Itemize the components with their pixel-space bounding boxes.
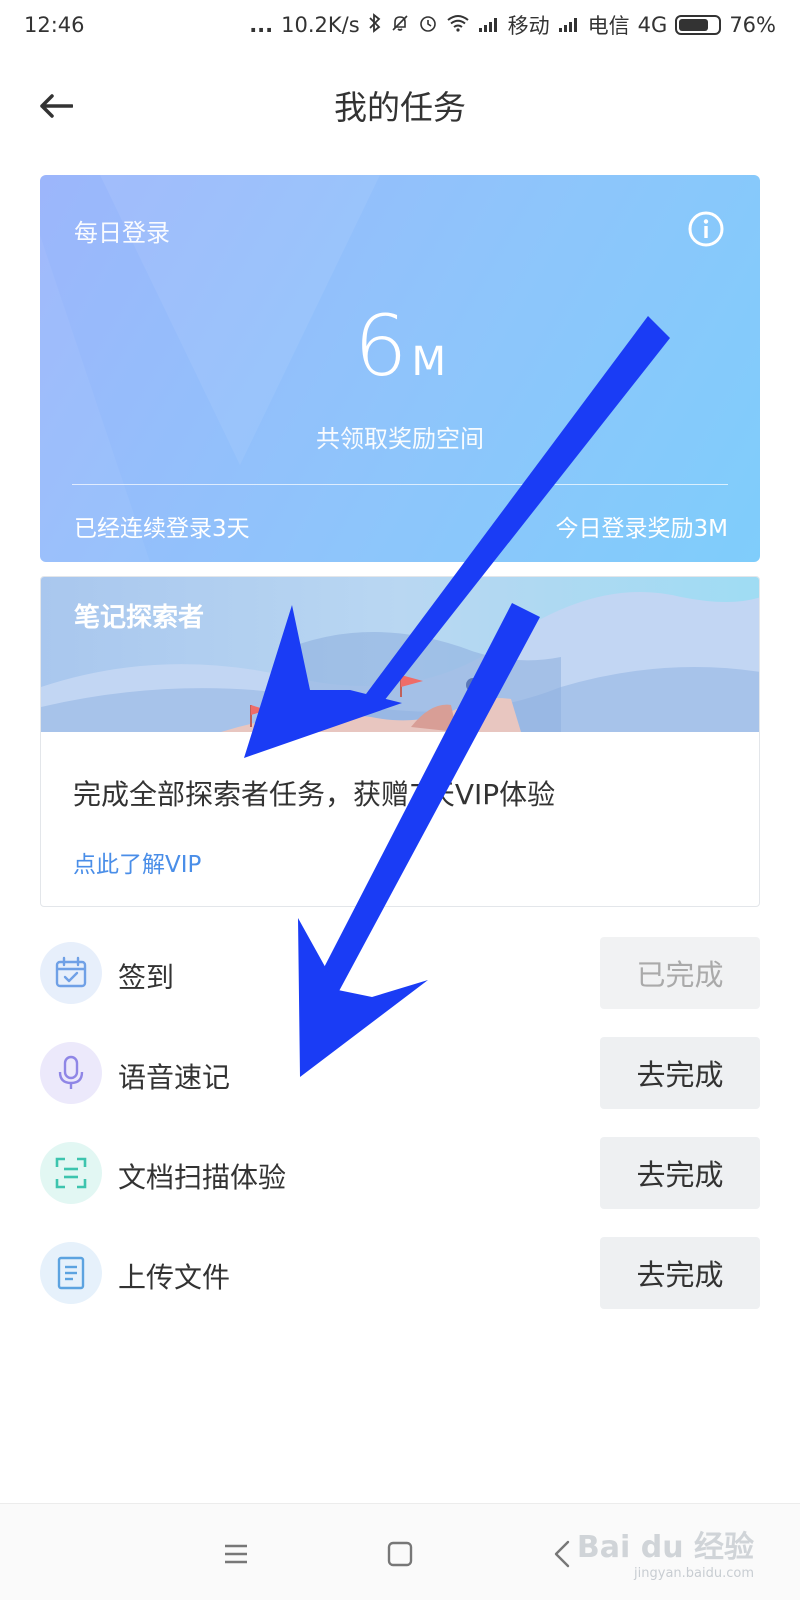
login-streak: 已经连续登录3天 <box>74 516 250 542</box>
task-row-sign-in: 签到 已完成 <box>40 937 760 1011</box>
daily-login-card: 每日登录 6M 共领取奖励空间 已经连续登录3天 今日登录奖励3M <box>40 175 760 562</box>
watermark-logo: Bai du 经验 <box>576 1530 754 1565</box>
info-icon[interactable] <box>686 209 726 249</box>
task-label: 签到 <box>118 961 175 994</box>
status-indicators: ... 10.2K/s 移动 电信 4G 76% <box>249 10 776 40</box>
daily-login-label: 每日登录 <box>74 219 170 247</box>
home-icon <box>387 1541 413 1567</box>
title-bar: 我的任务 <box>0 60 800 150</box>
reward-number: 6 <box>354 297 408 395</box>
watermark-url: jingyan.baidu.com <box>634 1566 754 1581</box>
task-go-button[interactable]: 去完成 <box>600 1037 760 1109</box>
explorer-card[interactable]: 笔记探索者 完成全部探索者任务，获赠7天VIP体验 点此了解VIP <box>40 576 760 907</box>
task-label: 上传文件 <box>118 1261 231 1294</box>
arrow-left-icon <box>40 94 73 118</box>
task-row-upload-file: 上传文件 去完成 <box>40 1237 760 1311</box>
page-title: 我的任务 <box>334 88 466 127</box>
task-label: 语音速记 <box>118 1061 231 1094</box>
scan-icon <box>40 1142 102 1204</box>
explorer-description: 完成全部探索者任务，获赠7天VIP体验 <box>73 778 556 811</box>
learn-vip-link[interactable]: 点此了解VIP <box>73 845 201 879</box>
task-go-button[interactable]: 去完成 <box>600 1237 760 1309</box>
signal-icon-1 <box>478 13 500 37</box>
network-speed: 10.2K/s <box>281 13 360 37</box>
back-button[interactable] <box>36 86 76 126</box>
wifi-icon <box>446 13 470 37</box>
today-reward: 今日登录奖励3M <box>555 516 728 542</box>
mute-bell-icon <box>390 13 410 38</box>
menu-button[interactable] <box>216 1534 256 1574</box>
watermark: Bai du 经验 jingyan.baidu.com <box>577 1522 754 1581</box>
back-icon <box>554 1540 570 1568</box>
reward-amount: 6M <box>40 297 760 395</box>
explorer-title: 笔记探索者 <box>74 603 205 633</box>
document-icon <box>40 1242 102 1304</box>
carrier-1: 移动 <box>507 14 550 38</box>
signal-icon-2 <box>558 13 580 37</box>
network-type: 4G <box>637 13 668 37</box>
task-done-button[interactable]: 已完成 <box>600 937 760 1009</box>
home-button[interactable] <box>380 1534 420 1574</box>
battery-percent: 76% <box>729 13 776 37</box>
status-time: 12:46 <box>24 13 85 37</box>
calendar-check-icon <box>40 942 102 1004</box>
explorer-banner: 笔记探索者 <box>41 577 759 732</box>
reward-unit: M <box>411 339 446 385</box>
bluetooth-icon <box>368 12 382 38</box>
status-more-dots: ... <box>249 13 274 37</box>
task-row-voice-memo: 语音速记 去完成 <box>40 1037 760 1111</box>
battery-icon <box>675 15 722 35</box>
task-label: 文档扫描体验 <box>118 1161 287 1194</box>
task-row-doc-scan: 文档扫描体验 去完成 <box>40 1137 760 1211</box>
status-bar: 12:46 ... 10.2K/s 移动 电信 4G 76% <box>0 0 800 50</box>
microphone-icon <box>40 1042 102 1104</box>
alarm-icon <box>418 13 438 38</box>
reward-caption: 共领取奖励空间 <box>316 425 484 453</box>
divider <box>72 484 728 485</box>
menu-icon <box>225 1544 247 1564</box>
carrier-2: 电信 <box>587 14 630 38</box>
task-go-button[interactable]: 去完成 <box>600 1137 760 1209</box>
